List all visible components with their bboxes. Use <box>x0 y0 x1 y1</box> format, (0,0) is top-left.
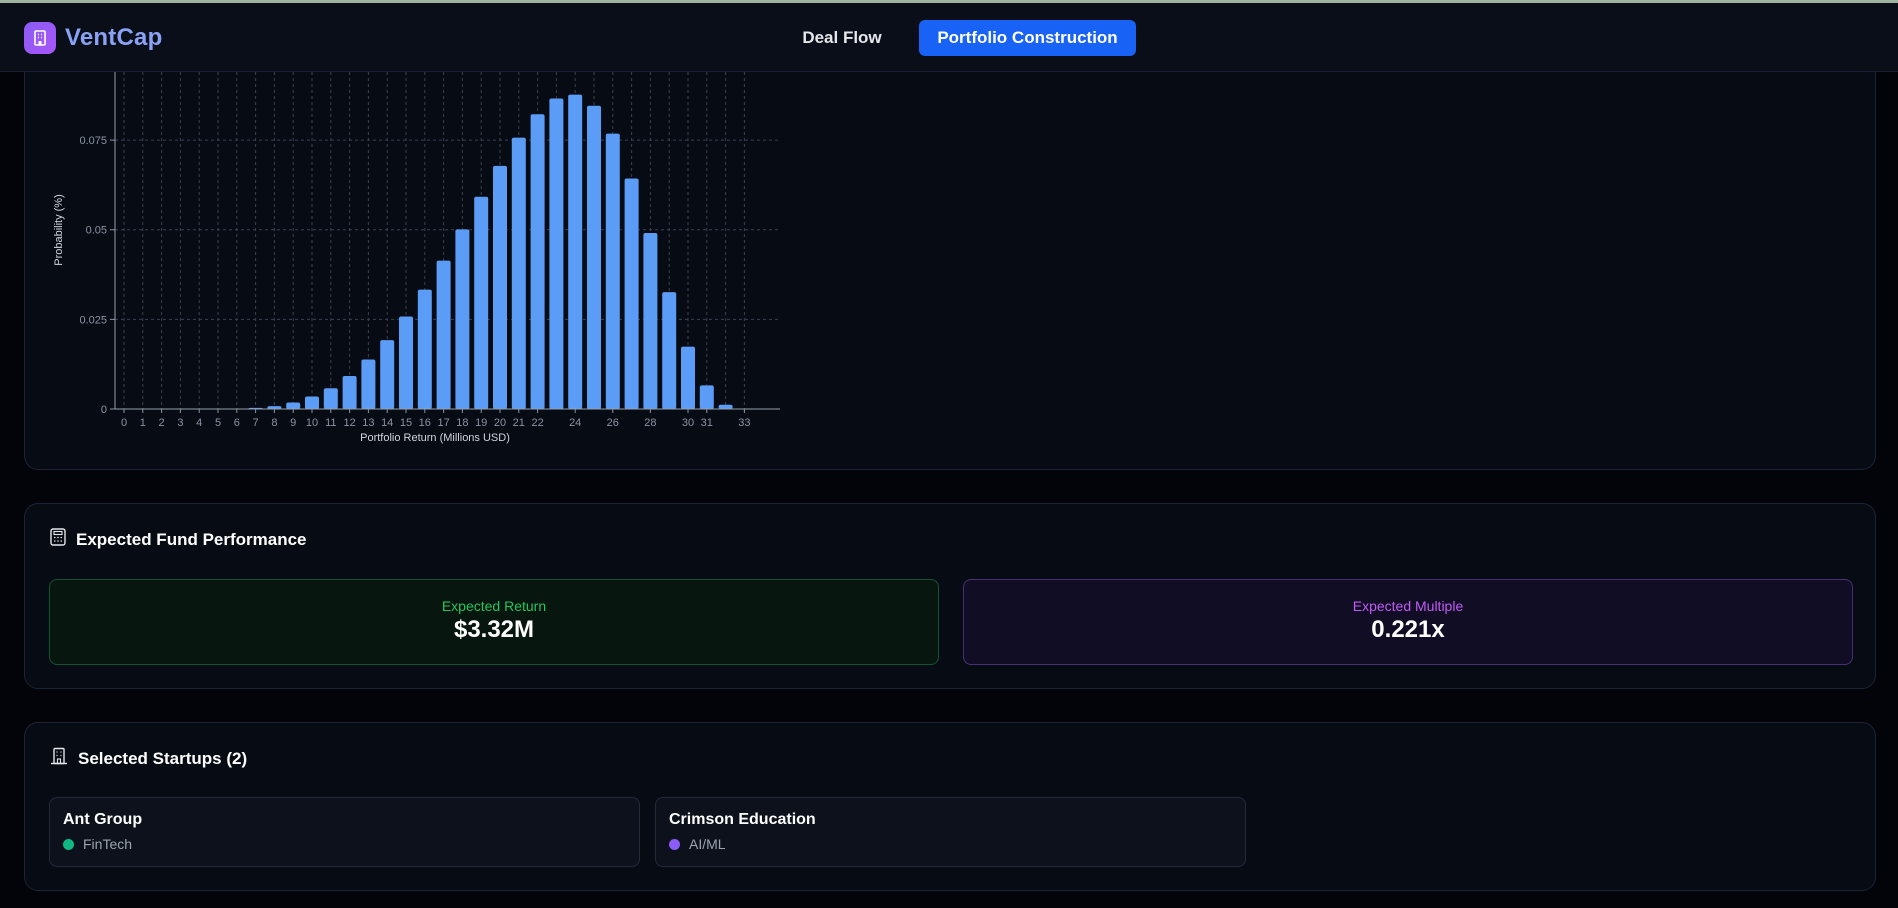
x-tick-label: 33 <box>738 417 750 429</box>
bar <box>399 316 413 409</box>
expected-multiple-value: 0.221x <box>1371 616 1445 643</box>
x-tick-label: 22 <box>531 417 543 429</box>
bar <box>417 289 432 409</box>
x-tick-label: 15 <box>400 417 412 429</box>
bar <box>493 165 507 409</box>
bar <box>361 359 376 409</box>
bar <box>530 114 545 409</box>
x-tick-label: 1 <box>140 417 146 429</box>
bar <box>681 346 695 409</box>
expected-performance-card: Expected Fund Performance Expected Retur… <box>24 503 1876 689</box>
x-tick-label: 31 <box>701 417 713 429</box>
startup-card[interactable]: Crimson Education AI/ML <box>655 797 1246 867</box>
x-tick-label: 9 <box>290 417 296 429</box>
x-tick-label: 17 <box>437 417 449 429</box>
bar <box>511 137 526 409</box>
y-tick-label: 0.025 <box>79 314 107 326</box>
expected-return-label: Expected Return <box>441 598 547 614</box>
x-tick-label: 4 <box>196 417 202 429</box>
bar <box>699 385 714 409</box>
x-axis-label: Portfolio Return (Millions USD) <box>360 432 510 444</box>
startup-name: Ant Group <box>63 811 143 828</box>
x-tick-label: 13 <box>362 417 374 429</box>
sector-label: AI/ML <box>689 836 726 852</box>
bar <box>455 229 470 409</box>
tab-portfolio-construction[interactable]: Portfolio Construction <box>919 20 1136 56</box>
x-tick-label: 16 <box>419 417 431 429</box>
y-tick-label: 0.075 <box>79 135 107 147</box>
x-tick-label: 5 <box>215 417 221 429</box>
x-tick-label: 24 <box>569 417 581 429</box>
bar <box>474 196 489 409</box>
x-tick-label: 0 <box>121 417 127 429</box>
bar <box>624 178 639 409</box>
x-tick-label: 6 <box>234 417 240 429</box>
bar <box>286 402 301 409</box>
startup-card[interactable]: Ant Group FinTech <box>49 797 640 867</box>
bar <box>605 133 620 410</box>
x-tick-label: 21 <box>513 417 525 429</box>
brand-logo[interactable]: VentCap <box>24 22 162 54</box>
startup-name: Crimson Education <box>669 811 816 828</box>
calculator-icon <box>50 528 66 551</box>
bar <box>662 292 677 409</box>
x-tick-label: 14 <box>381 417 393 429</box>
distribution-chart-card: 0 0.025 0.05 0.075 0 1 2 3 4 5 6 7 8 9 10 11 12 13 14 15 16 1… <box>24 72 1876 470</box>
performance-header: Expected Fund Performance <box>50 528 307 551</box>
bar <box>323 388 338 409</box>
y-tick-label: 0 <box>101 404 107 416</box>
bar <box>587 105 601 409</box>
return-distribution-chart: 00.0250.050.0750 1 2 3 4 5 6 7 8 9 10 11 12 13 14 15 16 1… <box>53 72 780 444</box>
x-tick-label: 2 <box>159 417 165 429</box>
startup-sector: AI/ML <box>669 836 726 852</box>
x-tick-label: 30 <box>682 417 694 429</box>
bar <box>342 376 357 409</box>
bar <box>568 94 583 409</box>
x-tick-label: 18 <box>456 417 468 429</box>
bar <box>643 232 658 409</box>
sector-dot-icon <box>669 838 680 850</box>
y-tick-label: 0.05 <box>86 225 107 237</box>
y-axis-label: Probability (%) <box>53 194 65 266</box>
tab-deal-flow[interactable]: Deal Flow <box>780 20 904 56</box>
startups-title: Selected Startups (2) <box>78 748 248 768</box>
x-tick-label: 8 <box>271 417 277 429</box>
sector-label: FinTech <box>83 836 133 852</box>
selected-startups-card: Selected Startups (2) Ant Group FinTech … <box>24 722 1876 891</box>
x-tick-label: 19 <box>475 417 487 429</box>
expected-return-box: Expected Return $3.32M <box>49 579 939 665</box>
bar <box>380 340 395 409</box>
x-tick-label: 26 <box>607 417 619 429</box>
startup-sector: FinTech <box>63 836 132 852</box>
x-tick-label: 10 <box>306 417 318 429</box>
bar <box>549 98 564 409</box>
bar <box>718 404 733 409</box>
sector-dot-icon <box>63 838 74 850</box>
x-tick-label: 20 <box>494 417 506 429</box>
expected-return-value: $3.32M <box>453 616 535 643</box>
bar <box>436 260 451 409</box>
building-icon <box>24 22 56 54</box>
x-tick-label: 28 <box>644 417 656 429</box>
x-tick-label: 7 <box>253 417 259 429</box>
top-navbar: VentCap Deal Flow Portfolio Construction <box>0 3 1898 72</box>
x-tick-label: 12 <box>343 417 355 429</box>
brand-name: VentCap <box>65 24 163 51</box>
performance-title: Expected Fund Performance <box>76 529 307 549</box>
expected-multiple-label: Expected Multiple <box>1352 598 1464 614</box>
building-icon <box>50 747 68 770</box>
x-tick-label: 3 <box>177 417 183 429</box>
bar <box>305 396 319 409</box>
x-tick-label: 11 <box>325 417 336 429</box>
startups-header: Selected Startups (2) <box>50 747 247 770</box>
expected-multiple-box: Expected Multiple 0.221x <box>963 579 1853 665</box>
